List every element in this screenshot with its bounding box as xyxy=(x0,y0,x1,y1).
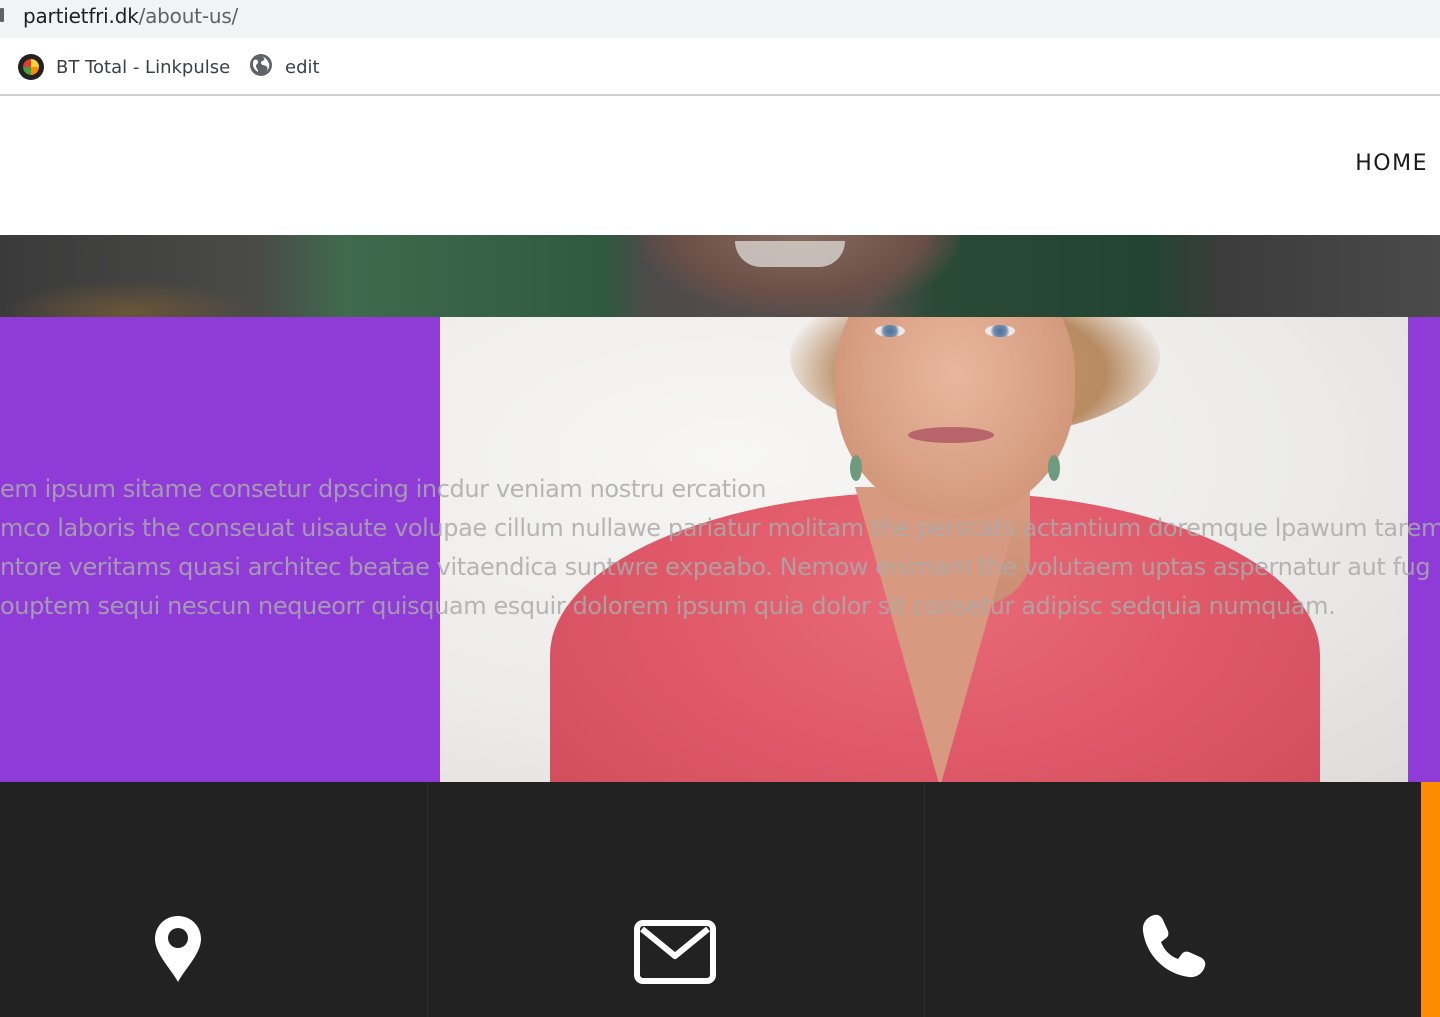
url-path: /about-us/ xyxy=(138,4,239,28)
nav-home-link[interactable]: HOME xyxy=(1355,151,1428,176)
about-text-line: mco laboris the conseuat uisaute volupae… xyxy=(0,514,1440,542)
globe-icon xyxy=(249,53,273,81)
url-host: partietfri.dk xyxy=(23,4,139,28)
phone-icon[interactable] xyxy=(1140,912,1208,984)
hero-image xyxy=(0,235,1440,317)
map-pin-icon[interactable] xyxy=(153,914,203,988)
lock-icon[interactable] xyxy=(0,8,4,22)
about-text-line: ntore veritams quasi architec beatae vit… xyxy=(0,553,1431,581)
bookmark-edit[interactable]: edit xyxy=(249,53,320,81)
contact-section xyxy=(0,782,1440,1017)
bookmark-label: BT Total - Linkpulse xyxy=(56,56,231,78)
site-header: HOME xyxy=(0,98,1440,235)
address-bar[interactable]: partietfri.dk/about-us/ xyxy=(0,0,1440,38)
about-text: em ipsum sitame consetur dpscing incdur … xyxy=(0,470,1440,626)
contact-address-column xyxy=(0,782,428,1017)
accent-bar xyxy=(1421,782,1440,1017)
about-text-line: ouptem sequi nescun nequeorr quisquam es… xyxy=(0,592,1336,620)
envelope-icon[interactable] xyxy=(634,920,716,988)
bookmark-label: edit xyxy=(285,56,320,78)
linkpulse-icon xyxy=(18,54,44,80)
about-text-line: em ipsum sitame consetur dpscing incdur … xyxy=(0,475,767,503)
url-field[interactable]: partietfri.dk/about-us/ xyxy=(23,2,238,30)
bookmarks-bar: BT Total - Linkpulse edit xyxy=(0,38,1440,96)
bookmark-linkpulse[interactable]: BT Total - Linkpulse xyxy=(18,53,230,81)
